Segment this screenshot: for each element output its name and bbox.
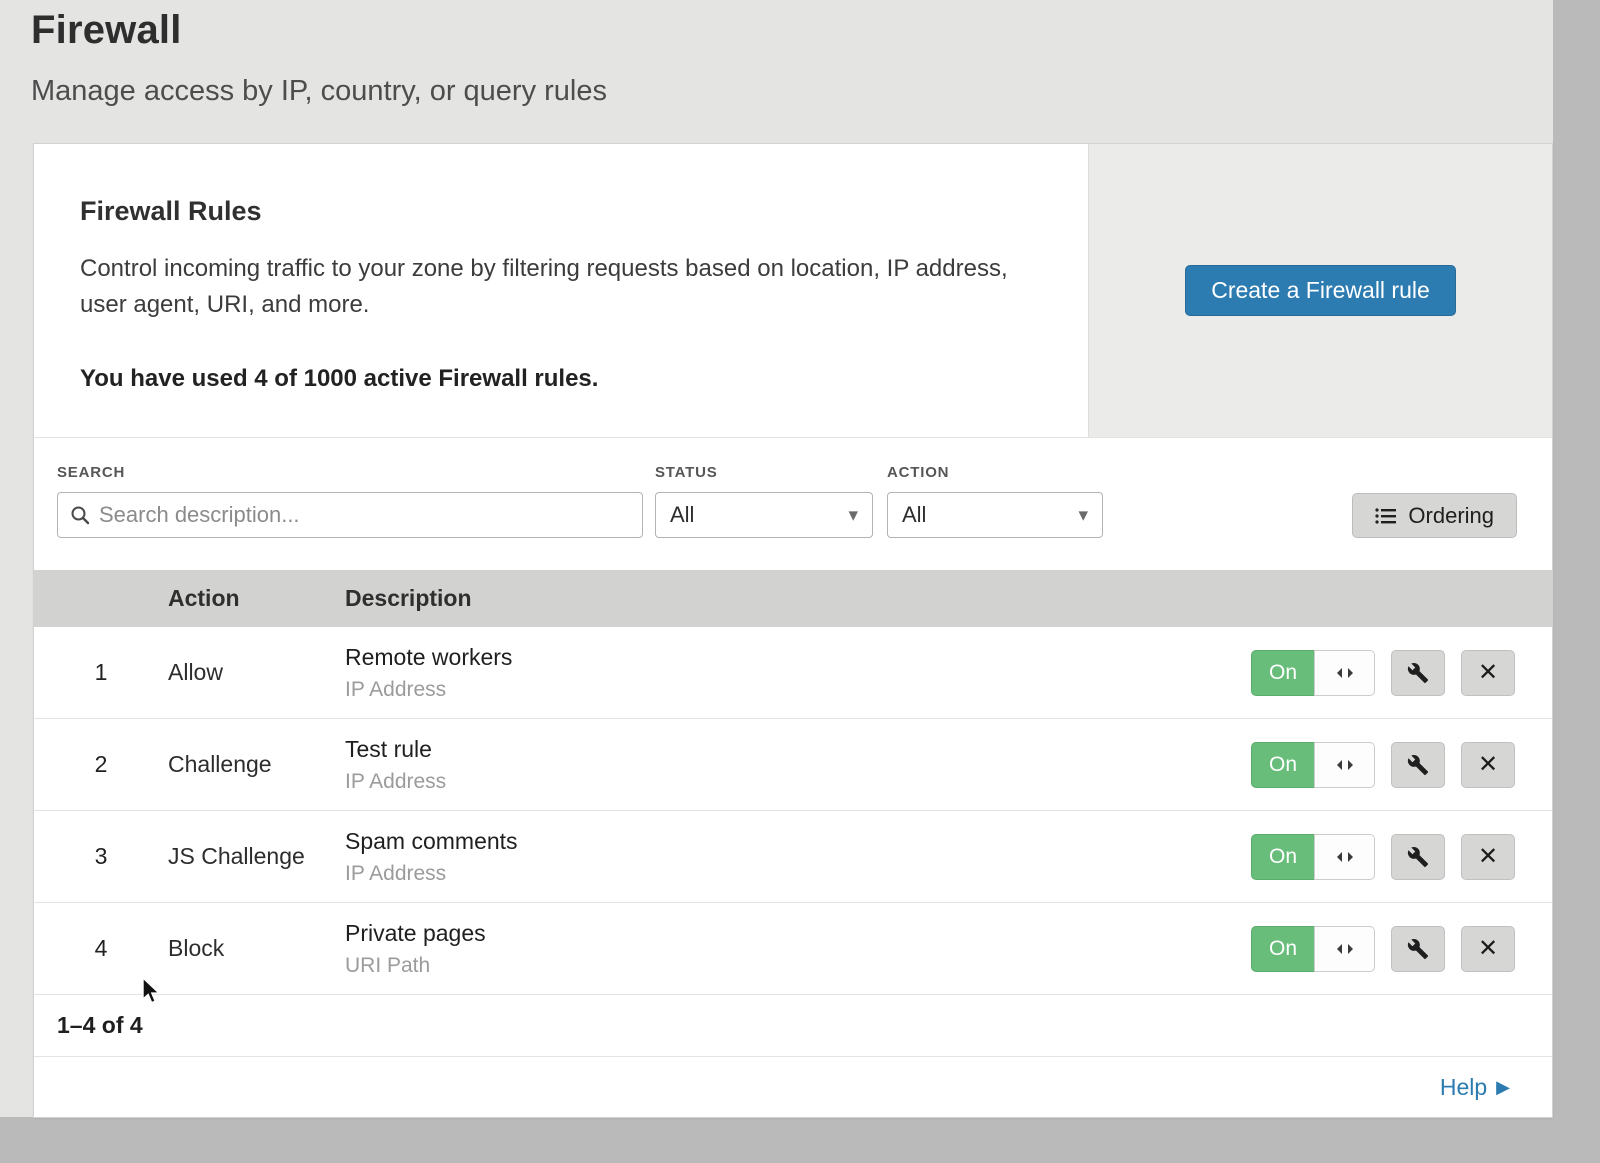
create-firewall-rule-button[interactable]: Create a Firewall rule	[1185, 265, 1456, 316]
action-select-value: All	[902, 502, 926, 528]
status-select[interactable]: All ▾	[655, 492, 873, 538]
pagination-summary: 1–4 of 4	[34, 995, 1552, 1057]
rule-enabled-toggle[interactable]: On	[1251, 926, 1375, 972]
toggle-on-label[interactable]: On	[1251, 650, 1314, 696]
usage-summary: You have used 4 of 1000 active Firewall …	[80, 365, 1028, 393]
rule-title: Spam comments	[345, 828, 1232, 855]
delete-rule-button[interactable]: ✕	[1461, 742, 1515, 788]
search-label: SEARCH	[57, 464, 643, 481]
filter-bar: SEARCH STATUS All ▾ ACTION All	[34, 438, 1552, 570]
delete-rule-button[interactable]: ✕	[1461, 926, 1515, 972]
rule-number: 1	[34, 659, 168, 686]
ordering-button[interactable]: Ordering	[1352, 493, 1517, 538]
edit-rule-button[interactable]	[1391, 926, 1445, 972]
wrench-icon	[1407, 754, 1429, 776]
ordering-list-icon	[1375, 507, 1397, 525]
toggle-on-label[interactable]: On	[1251, 742, 1314, 788]
help-arrow-icon: ▶	[1496, 1077, 1510, 1098]
cta-panel: Create a Firewall rule	[1088, 144, 1552, 437]
search-input[interactable]	[99, 502, 630, 528]
rule-description: Remote workers IP Address	[345, 644, 1232, 702]
search-filter-group: SEARCH	[57, 464, 643, 538]
rule-match-type: IP Address	[345, 678, 1232, 702]
card-intro-section: Firewall Rules Control incoming traffic …	[34, 144, 1552, 438]
description-column-header: Description	[345, 585, 1232, 612]
page-subtitle: Manage access by IP, country, or query r…	[31, 75, 1553, 108]
wrench-icon	[1407, 938, 1429, 960]
rule-description: Spam comments IP Address	[345, 828, 1232, 886]
action-column-header: Action	[168, 585, 345, 612]
ordering-button-label: Ordering	[1408, 503, 1494, 529]
toggle-on-label[interactable]: On	[1251, 834, 1314, 880]
help-link[interactable]: Help ▶	[1440, 1074, 1510, 1101]
edit-rule-button[interactable]	[1391, 742, 1445, 788]
rule-controls: On ✕	[1232, 926, 1552, 972]
close-icon: ✕	[1478, 658, 1498, 687]
wrench-icon	[1407, 846, 1429, 868]
edit-rule-button[interactable]	[1391, 834, 1445, 880]
table-row: 4 Block Private pages URI Path On	[34, 903, 1552, 995]
search-icon	[70, 505, 90, 525]
close-icon: ✕	[1478, 750, 1498, 779]
rule-match-type: IP Address	[345, 862, 1232, 886]
rule-number: 3	[34, 843, 168, 870]
page-title: Firewall	[31, 8, 1553, 53]
card-heading: Firewall Rules	[80, 196, 1028, 227]
table-row: 2 Challenge Test rule IP Address On	[34, 719, 1552, 811]
action-select[interactable]: All ▾	[887, 492, 1103, 538]
table-row: 1 Allow Remote workers IP Address On	[34, 627, 1552, 719]
chevron-down-icon: ▾	[848, 504, 858, 527]
rule-enabled-toggle[interactable]: On	[1251, 650, 1375, 696]
card-description: Control incoming traffic to your zone by…	[80, 251, 1028, 323]
delete-rule-button[interactable]: ✕	[1461, 834, 1515, 880]
close-icon: ✕	[1478, 934, 1498, 963]
page-header: Firewall Manage access by IP, country, o…	[0, 0, 1553, 108]
rule-controls: On ✕	[1232, 650, 1552, 696]
toggle-arrows-icon[interactable]	[1314, 742, 1375, 788]
rule-controls: On ✕	[1232, 742, 1552, 788]
firewall-rules-card: Firewall Rules Control incoming traffic …	[33, 143, 1553, 1118]
help-row: Help ▶	[34, 1057, 1552, 1117]
rule-number: 4	[34, 935, 168, 962]
action-label: ACTION	[887, 464, 1103, 481]
status-filter-group: STATUS All ▾	[643, 464, 873, 538]
table-header: Action Description	[34, 570, 1552, 627]
page-content: Firewall Manage access by IP, country, o…	[0, 0, 1553, 1117]
table-row: 3 JS Challenge Spam comments IP Address …	[34, 811, 1552, 903]
edit-rule-button[interactable]	[1391, 650, 1445, 696]
rule-title: Private pages	[345, 920, 1232, 947]
rule-number: 2	[34, 751, 168, 778]
rule-enabled-toggle[interactable]: On	[1251, 742, 1375, 788]
status-select-value: All	[670, 502, 694, 528]
help-link-label: Help	[1440, 1074, 1487, 1101]
action-filter-group: ACTION All ▾	[873, 464, 1103, 538]
rule-match-type: URI Path	[345, 954, 1232, 978]
rule-description: Private pages URI Path	[345, 920, 1232, 978]
toggle-arrows-icon[interactable]	[1314, 650, 1375, 696]
chevron-down-icon: ▾	[1078, 504, 1088, 527]
toggle-arrows-icon[interactable]	[1314, 926, 1375, 972]
rule-title: Test rule	[345, 736, 1232, 763]
toggle-on-label[interactable]: On	[1251, 926, 1314, 972]
status-label: STATUS	[655, 464, 873, 481]
rule-title: Remote workers	[345, 644, 1232, 671]
search-box[interactable]	[57, 492, 643, 538]
rule-controls: On ✕	[1232, 834, 1552, 880]
intro-text-block: Firewall Rules Control incoming traffic …	[34, 144, 1088, 437]
rule-action: Block	[168, 935, 345, 962]
rule-action: Challenge	[168, 751, 345, 778]
rule-action: Allow	[168, 659, 345, 686]
rule-description: Test rule IP Address	[345, 736, 1232, 794]
rule-action: JS Challenge	[168, 843, 345, 870]
rule-match-type: IP Address	[345, 770, 1232, 794]
wrench-icon	[1407, 662, 1429, 684]
close-icon: ✕	[1478, 842, 1498, 871]
rule-enabled-toggle[interactable]: On	[1251, 834, 1375, 880]
delete-rule-button[interactable]: ✕	[1461, 650, 1515, 696]
toggle-arrows-icon[interactable]	[1314, 834, 1375, 880]
